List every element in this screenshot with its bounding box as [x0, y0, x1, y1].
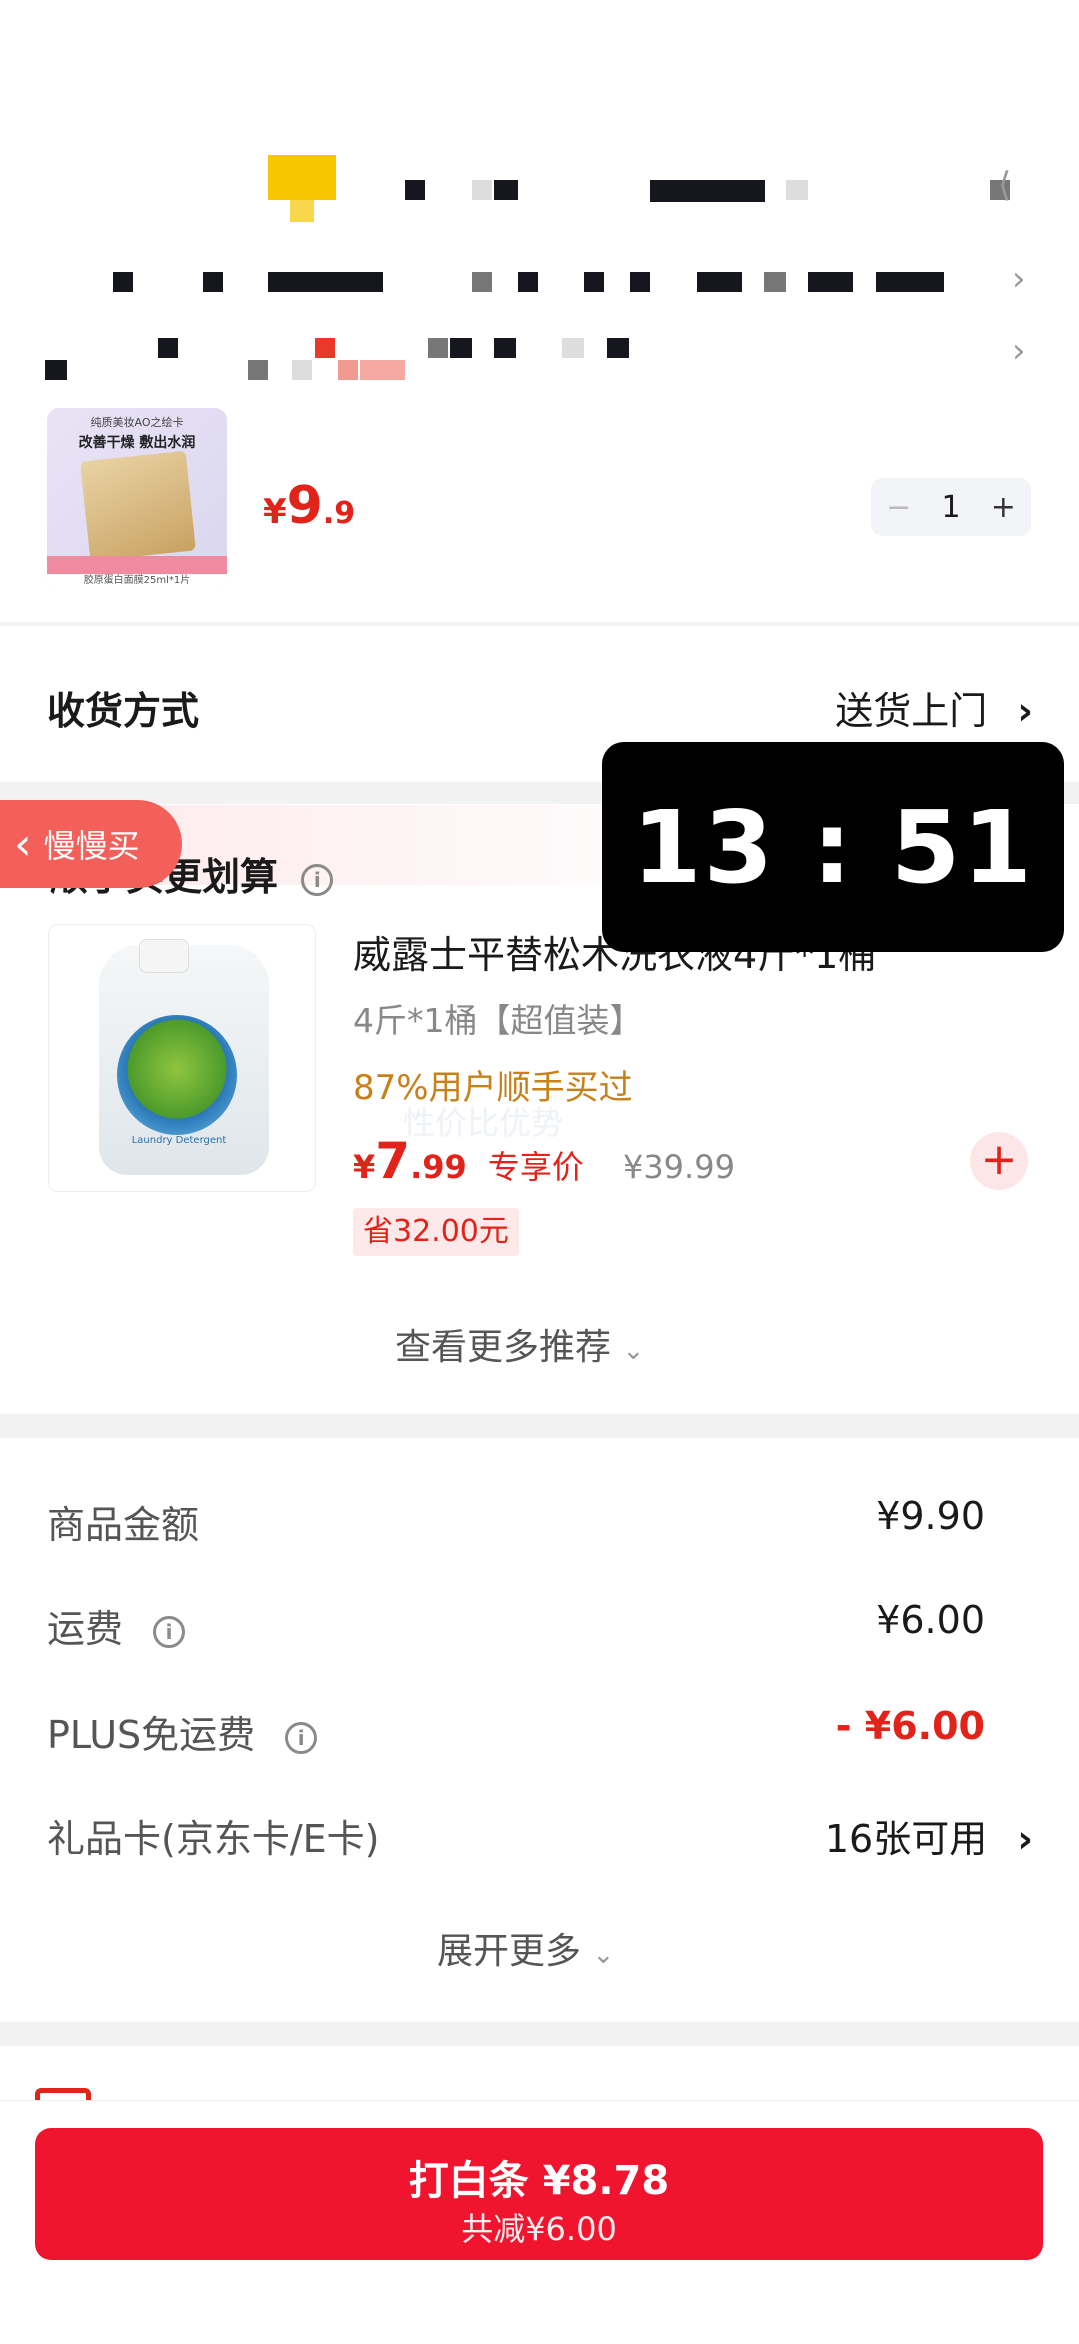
- info-icon[interactable]: i: [301, 863, 334, 896]
- chevron-right-icon[interactable]: ›: [1012, 334, 1026, 368]
- product-price: ¥9.9: [263, 476, 356, 536]
- goods-amount-value: ¥9.90: [876, 1494, 985, 1538]
- shipping-value: ¥6.00: [876, 1598, 985, 1642]
- chevron-down-icon: ⌄: [622, 1336, 645, 1366]
- chevron-right-icon: ›: [1017, 1817, 1033, 1861]
- chevron-down-icon: ⌄: [592, 1940, 615, 1970]
- close-icon[interactable]: ⟨: [998, 168, 1011, 202]
- thumb-slogan: 改善干燥 敷出水润: [78, 435, 196, 451]
- increase-button[interactable]: +: [991, 490, 1016, 525]
- detergent-bottle-image: Laundry Detergent: [99, 939, 269, 1175]
- shipping-label: 运费 i: [47, 1598, 186, 1653]
- pay-button-label: 打白条 ¥8.78: [408, 2158, 670, 2204]
- quantity-stepper[interactable]: − 1 +: [871, 478, 1031, 536]
- plus-free-shipping-label: PLUS免运费 i: [47, 1704, 318, 1759]
- pay-button[interactable]: 打白条 ¥8.78 共减¥6.00: [35, 2128, 1043, 2260]
- slow-buy-label: 慢慢买: [43, 827, 140, 865]
- decrease-button[interactable]: −: [886, 490, 911, 525]
- chevron-right-icon: ›: [1017, 689, 1033, 733]
- info-icon[interactable]: i: [153, 1615, 186, 1648]
- original-price: ¥39.99: [622, 1148, 735, 1186]
- recommend-price: ¥7.99 专享价 ¥39.99: [353, 1132, 735, 1190]
- product-pack-image: [80, 450, 196, 562]
- thumb-caption: 胶原蛋白面膜25ml*1片: [47, 574, 227, 588]
- expand-more[interactable]: 展开更多 ⌄: [437, 1922, 614, 1974]
- recommend-item-spec: 4斤*1桶【超值装】: [353, 1001, 643, 1040]
- gift-card-selector[interactable]: 16张可用 ›: [825, 1808, 1033, 1863]
- save-amount-badge: 省32.00元: [353, 1208, 519, 1256]
- exclusive-price-tag: 专享价: [487, 1148, 584, 1186]
- recommend-product-image[interactable]: Laundry Detergent: [48, 924, 316, 1192]
- plus-free-shipping-value: - ¥6.00: [835, 1704, 985, 1748]
- view-more-recommend[interactable]: 查看更多推荐 ⌄: [395, 1318, 644, 1370]
- add-to-cart-button[interactable]: +: [970, 1132, 1028, 1190]
- delivery-method-selector[interactable]: 送货上门 ›: [835, 680, 1033, 735]
- goods-amount-label: 商品金额: [47, 1503, 200, 1547]
- pay-button-discount: 共减¥6.00: [461, 2210, 617, 2248]
- delivery-label: 收货方式: [47, 689, 200, 733]
- chevron-right-icon[interactable]: ›: [1012, 262, 1026, 296]
- gift-card-value: 16张可用: [824, 1817, 988, 1861]
- thumb-brand-text: 纯质美妆AO之绘卡: [90, 416, 184, 429]
- quantity-value: 1: [941, 489, 961, 525]
- chevron-left-icon: ‹: [14, 818, 32, 870]
- info-icon[interactable]: i: [285, 1721, 318, 1754]
- slow-buy-tab[interactable]: ‹ 慢慢买: [0, 800, 182, 888]
- timer-overlay: 13 : 51: [602, 742, 1064, 952]
- gift-card-label: 礼品卡(京东卡/E卡): [47, 1817, 380, 1861]
- product-thumbnail[interactable]: 纯质美妆AO之绘卡 改善干燥 敷出水润 胶原蛋白面膜25ml*1片: [47, 408, 227, 588]
- delivery-value: 送货上门: [835, 689, 988, 733]
